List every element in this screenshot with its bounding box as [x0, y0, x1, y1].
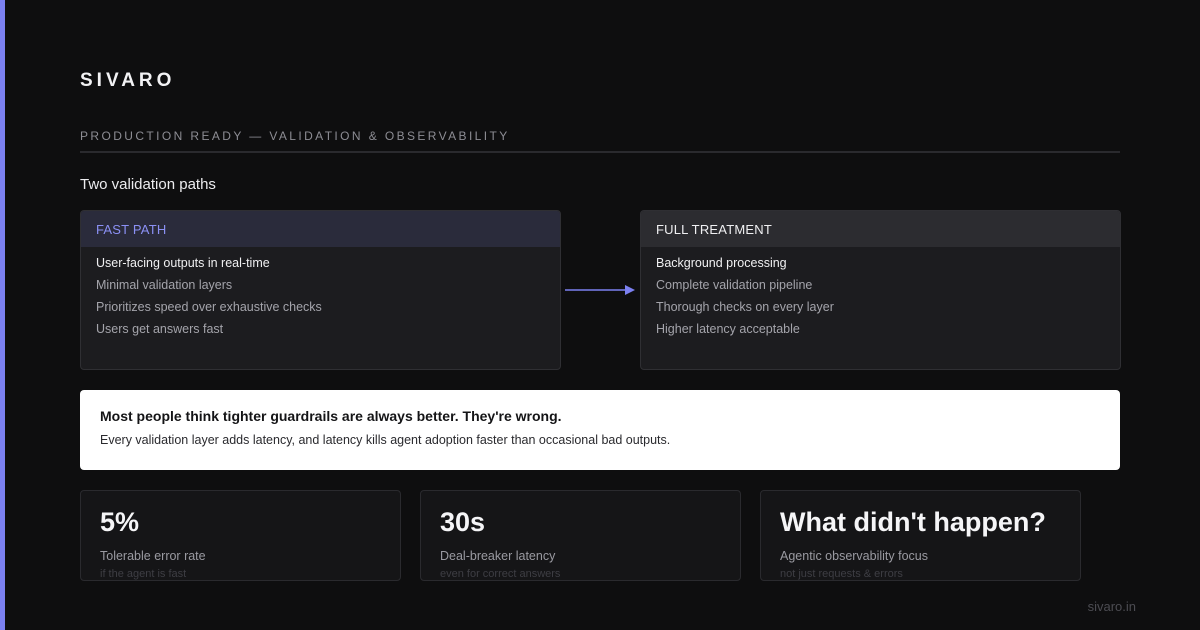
callout-body: Every validation layer adds latency, and… — [100, 433, 671, 447]
fast-path-card: FAST PATH User-facing outputs in real-ti… — [80, 210, 561, 370]
full-treatment-card: FULL TREATMENT Background processing Com… — [640, 210, 1121, 370]
divider — [80, 151, 1120, 153]
list-item: Minimal validation layers — [96, 278, 233, 292]
footer-url: sivaro.in — [1087, 599, 1136, 614]
list-item: Users get answers fast — [96, 322, 224, 336]
fast-path-title: FAST PATH — [81, 211, 560, 247]
full-treatment-list: Background processing Complete validatio… — [641, 247, 1120, 340]
stat-note: even for correct answers — [440, 568, 561, 580]
stat-label: Deal-breaker latency — [440, 549, 556, 563]
list-item: Complete validation pipeline — [656, 278, 813, 292]
list-item: Prioritizes speed over exhaustive checks — [96, 300, 322, 314]
stat-card-latency: 30s Deal-breaker latency even for correc… — [420, 490, 741, 581]
list-item: User-facing outputs in real-time — [96, 256, 270, 270]
brand-logo: SIVARO — [80, 70, 176, 91]
list-item: Thorough checks on every layer — [656, 300, 834, 314]
page-subtitle: PRODUCTION READY — VALIDATION & OBSERVAB… — [80, 129, 510, 143]
stat-note: not just requests & errors — [780, 568, 903, 580]
accent-bar — [0, 0, 5, 630]
stat-value: 30s — [440, 507, 486, 537]
section-title: Two validation paths — [80, 176, 216, 193]
callout-box: Most people think tighter guardrails are… — [80, 390, 1120, 470]
stat-card-observability: What didn't happen? Agentic observabilit… — [760, 490, 1081, 581]
callout-title: Most people think tighter guardrails are… — [100, 408, 562, 424]
arrow-right-icon — [565, 285, 635, 295]
fast-path-list: User-facing outputs in real-time Minimal… — [81, 247, 560, 340]
stat-card-error-rate: 5% Tolerable error rate if the agent is … — [80, 490, 401, 581]
stat-label: Tolerable error rate — [100, 549, 206, 563]
stat-label: Agentic observability focus — [780, 549, 928, 563]
list-item: Higher latency acceptable — [656, 322, 800, 336]
stat-value: What didn't happen? — [780, 507, 1046, 537]
list-item: Background processing — [656, 256, 787, 270]
full-treatment-title: FULL TREATMENT — [641, 211, 1120, 247]
stat-value: 5% — [100, 507, 140, 537]
stat-note: if the agent is fast — [100, 568, 187, 580]
